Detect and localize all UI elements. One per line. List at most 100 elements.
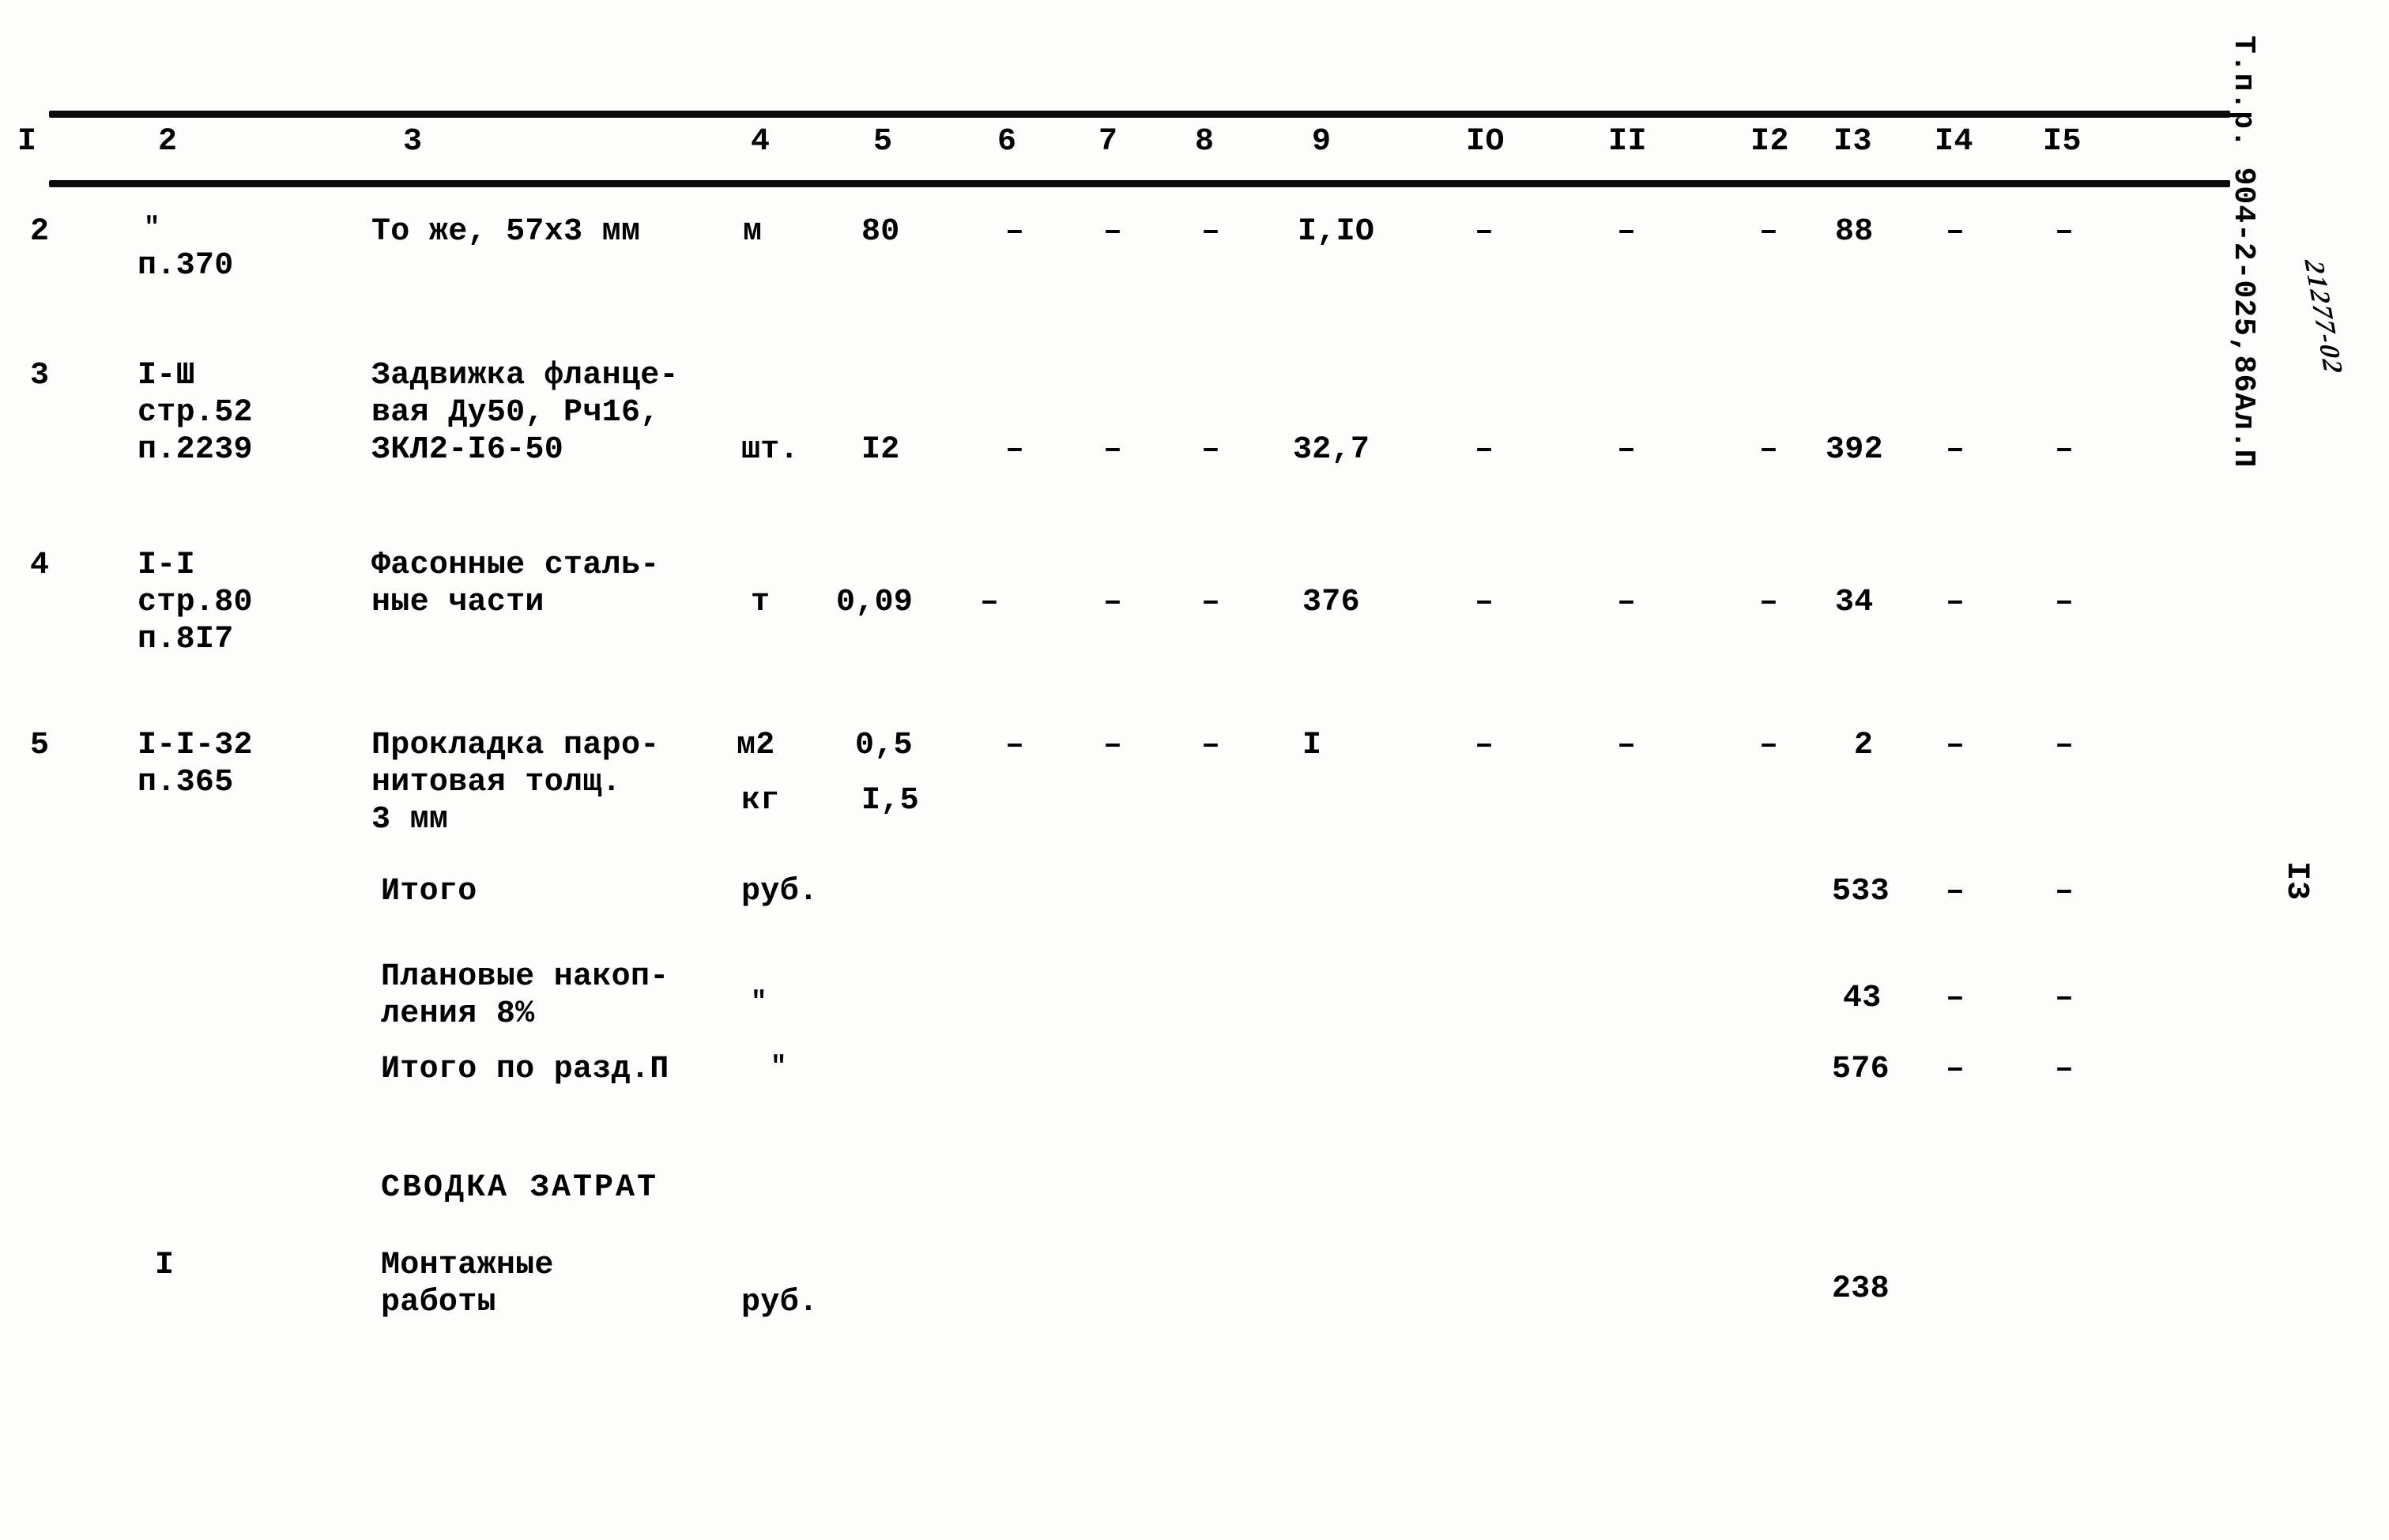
row-col12: – [1759,728,1779,763]
column-number-3: 3 [403,124,423,160]
summary-row-col13: 43 [1843,981,1882,1016]
row-reference-line: п.370 [138,248,234,284]
row-reference-line: п.8I7 [138,622,234,657]
row-col15: – [2055,432,2074,468]
table-row: 5 [30,728,50,763]
row-col15: – [2055,585,2074,620]
summary-row-col15: – [2055,874,2074,909]
row-col12: – [1759,432,1779,468]
row-col14: – [1946,585,1965,620]
row-description-line: Фасонные сталь- [371,548,660,583]
column-number-15: I5 [2043,124,2082,160]
column-number-header-row: I 2 3 4 5 6 7 8 9 IO II I2 I3 I4 I5 [0,125,2213,174]
row-col9: I,IO [1298,214,1375,250]
row-quantity: 0,09 [836,585,914,620]
right-margin-block: Т.п.р. 904-2-025,86Ал.П 21277-02 I3 [2213,0,2389,1540]
table-row: 4 [30,548,50,583]
column-number-9: 9 [1312,124,1332,160]
typical-project-code: Т.п.р. 904-2-025,86Ал.П [2226,36,2260,469]
row-quantity: I,5 [861,783,919,819]
table-row: 2 [30,214,50,250]
page-number: I3 [2278,861,2314,902]
column-number-13: I3 [1833,124,1873,160]
row-description-line: То же, 57х3 мм [371,214,641,250]
row-col8: – [1201,214,1221,250]
summary-row-col14: – [1946,1052,1965,1087]
row-reference-line: I-Ш [138,358,195,393]
table-header-bottom-rule [49,180,2230,187]
row-col9: I [1302,728,1322,763]
cost-summary-label: Монтажные [381,1248,554,1283]
row-unit: шт. [741,432,799,468]
row-col6: – [980,585,1000,620]
row-col8: – [1201,728,1221,763]
column-number-10: IO [1466,124,1505,160]
column-number-4: 4 [751,124,771,160]
row-col7: – [1103,728,1123,763]
row-col11: – [1617,728,1637,763]
row-col6: – [1005,728,1025,763]
row-reference-line: " [144,213,160,243]
row-col14: – [1946,214,1965,250]
row-quantity: I2 [861,432,900,468]
summary-row-col13: 576 [1832,1052,1890,1087]
row-reference-line: I-I-32 [138,728,253,763]
row-col10: – [1475,728,1494,763]
summary-row-label: Итого по разд.П [381,1052,669,1087]
row-col12: – [1759,214,1779,250]
row-col13: 34 [1835,585,1874,620]
row-description-line: 3 мм [371,802,449,838]
cost-summary-unit: руб. [741,1285,819,1320]
row-unit: т [751,585,771,620]
section-title: СВОДКА ЗАТРАТ [381,1170,659,1206]
document-page: I 2 3 4 5 6 7 8 9 IO II I2 I3 I4 I5 2 " … [0,0,2389,1540]
cost-summary-position: I [155,1248,175,1283]
row-col15: – [2055,214,2074,250]
row-description-line: ЗКЛ2-I6-50 [371,432,564,468]
row-reference-line: п.2239 [138,432,253,468]
summary-row-label: Плановые накоп- [381,959,669,995]
summary-row-label: Итого [381,874,477,909]
row-col9: 32,7 [1293,432,1370,468]
row-reference-line: стр.80 [138,585,253,620]
row-unit: кг [741,783,780,819]
row-description-line: Прокладка паро- [371,728,660,763]
row-col7: – [1103,432,1123,468]
row-col6: – [1005,214,1025,250]
row-description-line: нитовая толщ. [371,765,621,800]
summary-row-col14: – [1946,874,1965,909]
table-row: 3 [30,358,50,393]
row-col8: – [1201,585,1221,620]
column-number-8: 8 [1195,124,1215,160]
row-col11: – [1617,432,1637,468]
row-col11: – [1617,585,1637,620]
column-number-14: I4 [1935,124,1974,160]
handwritten-archive-code: 21277-02 [2298,259,2349,375]
row-description-line: вая Ду50, Рч16, [371,395,660,431]
cost-summary-col13: 238 [1832,1271,1890,1307]
column-number-1: I [17,124,37,160]
row-col14: – [1946,728,1965,763]
row-col7: – [1103,214,1123,250]
row-unit: м [743,214,763,250]
row-reference-line: стр.52 [138,395,253,431]
summary-row-unit: " [751,988,767,1018]
row-quantity: 0,5 [855,728,913,763]
row-col6: – [1005,432,1025,468]
row-reference-line: п.365 [138,765,234,800]
row-col12: – [1759,585,1779,620]
column-number-2: 2 [158,124,178,160]
row-col15: – [2055,728,2074,763]
column-number-7: 7 [1098,124,1118,160]
column-number-5: 5 [873,124,893,160]
row-col10: – [1475,214,1494,250]
row-col10: – [1475,585,1494,620]
summary-row-col13: 533 [1832,874,1890,909]
row-col13: 392 [1826,432,1883,468]
column-number-11: II [1608,124,1648,160]
summary-row-col15: – [2055,981,2074,1016]
row-col10: – [1475,432,1494,468]
column-number-6: 6 [997,124,1017,160]
summary-row-col15: – [2055,1052,2074,1087]
row-col13: 2 [1854,728,1874,763]
